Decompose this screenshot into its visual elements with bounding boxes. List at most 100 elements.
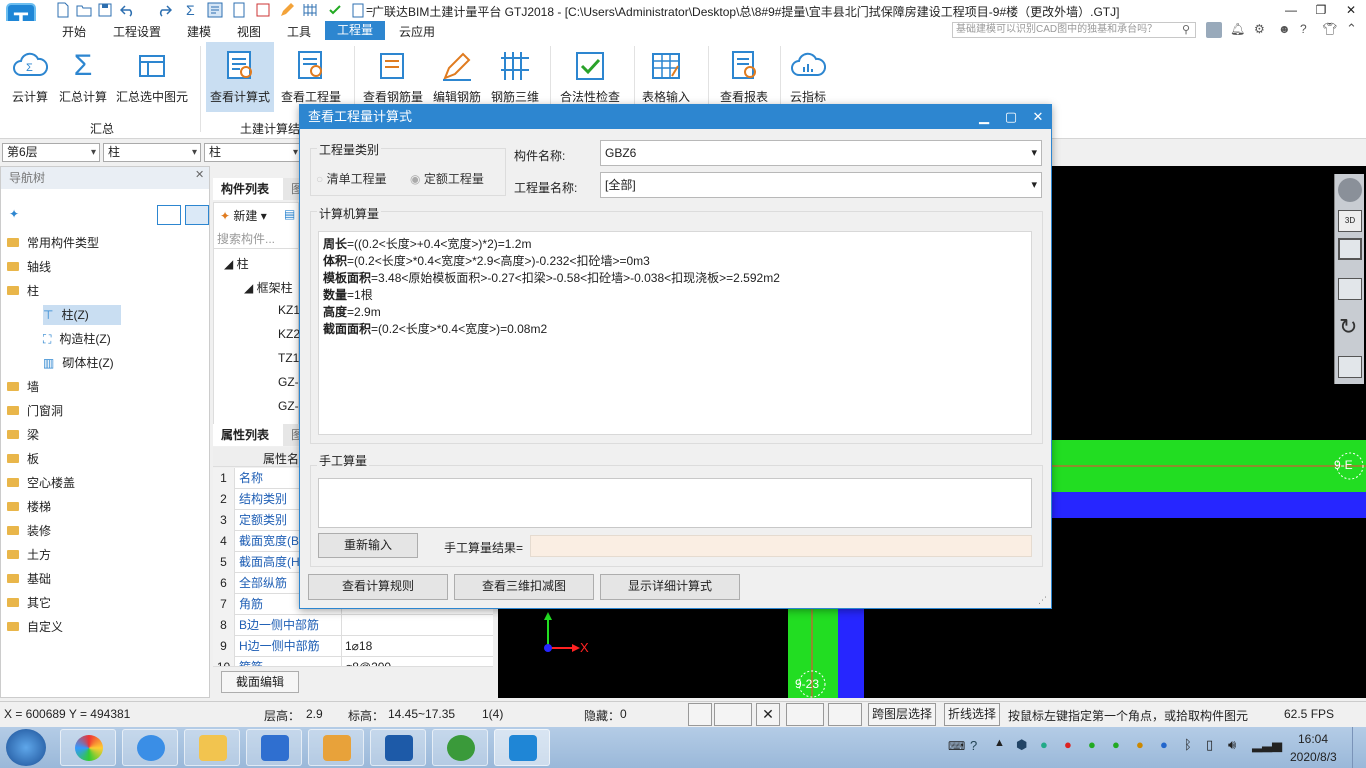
taskbar-app-cad[interactable] xyxy=(370,729,426,766)
summary-calc-button[interactable]: Σ 汇总计算 xyxy=(56,42,110,112)
nav-item-openings[interactable]: 门窗洞 xyxy=(7,401,63,421)
tree-node-gz-b[interactable]: GZ- xyxy=(278,399,299,413)
close-icon[interactable]: ✕ xyxy=(195,168,204,181)
bluetooth-icon[interactable]: ᛒ xyxy=(1184,737,1192,752)
nav-item-slab[interactable]: 板 xyxy=(7,449,39,469)
help-tray-icon[interactable]: ? xyxy=(970,738,977,753)
copy-icon[interactable]: ▤ xyxy=(284,207,295,221)
check-icon[interactable] xyxy=(327,2,343,18)
new-file-icon[interactable] xyxy=(55,2,71,18)
tab-component-list[interactable]: 构件列表 xyxy=(213,178,283,200)
tray-icon-5[interactable]: ● xyxy=(1136,737,1144,752)
keyboard-icon[interactable]: ⌨ xyxy=(948,739,965,753)
edit-rebar-button[interactable]: 编辑钢筋 xyxy=(430,42,484,112)
menu-view[interactable]: 视图 xyxy=(237,23,261,40)
view-report-button[interactable]: 查看报表 xyxy=(716,42,772,112)
tray-icon-1[interactable]: ⬢ xyxy=(1016,737,1027,753)
new-component-button[interactable]: ✦ 新建 ▾ xyxy=(220,207,267,224)
nav-item-constructional-column[interactable]: ⛶ 构造柱(Z) xyxy=(43,329,111,349)
wechat-icon[interactable]: ● xyxy=(1088,737,1096,752)
view-quantity-button[interactable]: 查看工程量 xyxy=(278,42,344,112)
tray-expand-icon[interactable]: ▲ xyxy=(994,737,1005,749)
type-select[interactable]: 柱 xyxy=(103,143,201,162)
tree-node-kz1[interactable]: KZ1 xyxy=(278,303,300,317)
offset-icon[interactable] xyxy=(828,703,862,726)
taskbar-app-gtj[interactable] xyxy=(494,729,550,766)
tray-icon-6[interactable]: ● xyxy=(1160,737,1168,752)
nav-item-wall[interactable]: 墙 xyxy=(7,377,39,397)
menu-start[interactable]: 开始 xyxy=(62,23,86,40)
manual-calc-input[interactable] xyxy=(318,478,1032,528)
nav-item-column[interactable]: 柱 xyxy=(7,281,39,301)
tab-drawing-2[interactable]: 图 xyxy=(283,424,303,446)
menu-cloud-apps[interactable]: 云应用 xyxy=(399,23,435,40)
minimize-button[interactable]: — xyxy=(1276,0,1306,20)
network-icon[interactable]: ▂▃▅ xyxy=(1252,737,1282,753)
taskbar-app-feishu[interactable] xyxy=(122,729,178,766)
component-search-input[interactable]: 搜索构件... xyxy=(214,229,300,249)
top-view-icon[interactable] xyxy=(1338,238,1362,260)
view-calc-icon[interactable] xyxy=(207,2,223,18)
view-calc-rules-button[interactable]: 查看计算规则 xyxy=(308,574,448,600)
start-button[interactable] xyxy=(6,729,46,766)
search-icon[interactable]: ⚲ xyxy=(1182,23,1190,36)
nav-item-axis[interactable]: 轴线 xyxy=(7,257,51,277)
show-desktop-button[interactable] xyxy=(1352,727,1366,768)
help-search-input[interactable]: 基础建模可以识别CAD图中的独基和承台吗？ xyxy=(952,22,1196,38)
menu-modeling[interactable]: 建模 xyxy=(187,23,211,40)
view-3d-deduction-button[interactable]: 查看三维扣减图 xyxy=(454,574,594,600)
nav-item-stairs[interactable]: 楼梯 xyxy=(7,497,51,517)
tree-node-gz-a[interactable]: GZ- xyxy=(278,375,299,389)
ortho-icon[interactable] xyxy=(688,703,712,726)
taskbar-app-notes[interactable] xyxy=(308,729,364,766)
resize-grip-icon[interactable]: ⋰ xyxy=(1038,595,1047,606)
report-icon[interactable] xyxy=(231,2,247,18)
polyline-select-button[interactable]: 折线选择 xyxy=(944,703,1000,726)
validity-check-button[interactable]: 合法性检查 xyxy=(556,42,624,112)
section-edit-button[interactable]: 截面编辑 xyxy=(221,671,299,693)
box-view-icon[interactable] xyxy=(1338,278,1362,300)
list-view-icon[interactable] xyxy=(157,205,181,225)
tray-icon-2[interactable]: ● xyxy=(1040,737,1048,752)
cloud-index-button[interactable]: 云指标 xyxy=(784,42,832,112)
cross-layer-select-button[interactable]: 跨图层选择 xyxy=(868,703,936,726)
expand-icon[interactable]: ⌃ xyxy=(1346,21,1357,37)
cloud-calc-button[interactable]: Σ 云计算 xyxy=(6,42,54,112)
gear-icon[interactable]: ⚙ xyxy=(1254,22,1265,36)
bell-icon[interactable]: 🔔︎ xyxy=(1230,22,1245,36)
taskbar-app-browser[interactable] xyxy=(60,729,116,766)
subtype-select[interactable]: 柱 xyxy=(204,143,302,162)
summary-selected-button[interactable]: 汇总选中图元 xyxy=(112,42,192,112)
qty-name-select[interactable]: [全部] xyxy=(600,172,1042,198)
tree-node-tz1[interactable]: TZ1 xyxy=(278,351,299,365)
building-icon[interactable] xyxy=(350,2,366,18)
taskbar-app-explorer[interactable] xyxy=(184,729,240,766)
nav-item-column-z[interactable]: ⊤ 柱(Z) xyxy=(43,305,121,325)
nav-item-custom[interactable]: 自定义 xyxy=(7,617,63,637)
menu-tools[interactable]: 工具 xyxy=(287,23,311,40)
rotate-icon[interactable]: ↻ xyxy=(1339,314,1357,340)
snap-select-icon[interactable] xyxy=(714,703,752,726)
menu-quantity[interactable]: 工程量 xyxy=(325,21,385,40)
show-detailed-formula-button[interactable]: 显示详细计算式 xyxy=(600,574,740,600)
users-icon[interactable]: ☻ xyxy=(1278,22,1291,36)
blue-beam[interactable] xyxy=(1052,492,1366,518)
tree-node-kz2[interactable]: KZ2 xyxy=(278,327,300,341)
sum-icon[interactable]: Σ xyxy=(186,2,202,18)
view-rebar-button[interactable]: 查看钢筋量 xyxy=(360,42,426,112)
tree-node-column[interactable]: ◢ 柱 xyxy=(224,255,249,272)
nav-item-masonry-column[interactable]: ▥ 砌体柱(Z) xyxy=(43,353,114,373)
avatar[interactable] xyxy=(1206,22,1222,38)
menu-project-settings[interactable]: 工程设置 xyxy=(113,23,161,40)
tree-node-frame-column[interactable]: ◢ 框架柱 xyxy=(244,279,293,296)
help-icon[interactable]: ? xyxy=(1300,22,1307,36)
volume-icon[interactable]: 🔊︎ xyxy=(1228,737,1236,753)
property-row[interactable]: 9 H边一侧中部筋 1⌀18 xyxy=(213,636,493,657)
tray-icon-3[interactable]: ● xyxy=(1064,737,1072,752)
component-name-select[interactable]: GBZ6 xyxy=(600,140,1042,166)
view-3d-icon[interactable]: 3D xyxy=(1338,210,1362,232)
save-icon[interactable] xyxy=(97,2,113,18)
nav-item-beam[interactable]: 梁 xyxy=(7,425,39,445)
taskbar-app-green[interactable] xyxy=(432,729,488,766)
view-formula-button[interactable]: 查看计算式 xyxy=(206,42,274,112)
